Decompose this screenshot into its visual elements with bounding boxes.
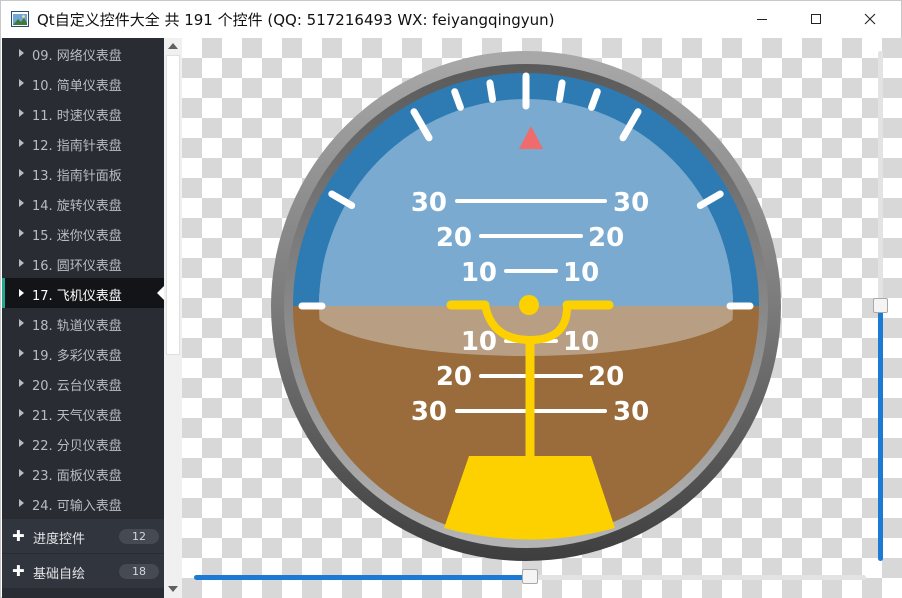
sidebar-item-label: 15. 迷你仪表盘 (32, 229, 122, 244)
sidebar-item-label: 23. 面板仪表盘 (32, 469, 122, 484)
sidebar-item-label: 18. 轨道仪表盘 (32, 319, 122, 334)
pitch-label-down-10-left: 10 (461, 327, 497, 357)
app-icon (11, 11, 29, 27)
sidebar-item-label: 17. 飞机仪表盘 (32, 289, 122, 304)
sidebar-item-label: 21. 天气仪表盘 (32, 409, 122, 424)
expand-arrow-icon (19, 229, 24, 237)
sidebar-item-label: 13. 指南针面板 (32, 169, 122, 184)
minimize-button[interactable] (739, 1, 785, 37)
pitch-label-down-20-right: 20 (588, 362, 624, 392)
horizontal-slider-fill (194, 575, 530, 580)
sidebar-item-label: 16. 圆环仪表盘 (32, 259, 122, 274)
pitch-label-up-20-left: 20 (436, 223, 472, 253)
count-badge: 12 (119, 529, 159, 544)
scroll-down-arrow-icon[interactable] (168, 586, 178, 592)
sidebar-item-label: 09. 网络仪表盘 (32, 49, 122, 64)
sidebar-item-09[interactable]: 09. 网络仪表盘 (2, 38, 164, 68)
sidebar-item-24[interactable]: 24. 可输入表盘 (2, 488, 164, 518)
attitude-indicator-gauge: 30 30 20 20 10 10 10 10 20 20 30 30 (271, 51, 781, 561)
sidebar-item-18[interactable]: 18. 轨道仪表盘 (2, 308, 164, 338)
sidebar-item-23[interactable]: 23. 面板仪表盘 (2, 458, 164, 488)
group-progress-controls[interactable]: ✚ 进度控件 12 (2, 519, 164, 553)
expand-arrow-icon (19, 49, 24, 57)
pitch-label-up-30-right: 30 (613, 188, 649, 218)
sidebar-nav: 09. 网络仪表盘 10. 简单仪表盘 11. 时速仪表盘 12. 指南针表盘 … (2, 38, 164, 598)
pitch-label-up-30-left: 30 (411, 188, 447, 218)
expand-arrow-icon (19, 289, 24, 297)
maximize-icon (811, 14, 821, 24)
pitch-label-down-20-left: 20 (436, 362, 472, 392)
sidebar-item-label: 14. 旋转仪表盘 (32, 199, 122, 214)
expand-arrow-icon (19, 499, 24, 507)
sidebar-item-21[interactable]: 21. 天气仪表盘 (2, 398, 164, 428)
sidebar-item-label: 10. 简单仪表盘 (32, 79, 122, 94)
vertical-slider-handle[interactable] (873, 298, 888, 313)
expand-arrow-icon (19, 199, 24, 207)
sidebar-item-11[interactable]: 11. 时速仪表盘 (2, 98, 164, 128)
sidebar-item-20[interactable]: 20. 云台仪表盘 (2, 368, 164, 398)
sidebar-item-label: 11. 时速仪表盘 (32, 109, 122, 124)
pitch-label-down-10-right: 10 (563, 327, 599, 357)
sidebar-item-22[interactable]: 22. 分贝仪表盘 (2, 428, 164, 458)
expand-arrow-icon (19, 409, 24, 417)
window-title: Qt自定义控件大全 共 191 个控件 (QQ: 517216493 WX: f… (37, 11, 555, 29)
vertical-slider-fill (878, 305, 883, 561)
pitch-label-up-10-right: 10 (563, 258, 599, 288)
expand-arrow-icon (19, 349, 24, 357)
expand-arrow-icon (19, 469, 24, 477)
close-button[interactable] (847, 1, 893, 37)
sidebar-item-label: 24. 可输入表盘 (32, 499, 122, 514)
sidebar-item-label: 12. 指南针表盘 (32, 139, 122, 154)
group-label: 基础自绘 (33, 567, 86, 582)
sidebar-item-17-selected[interactable]: 17. 飞机仪表盘 (2, 278, 164, 308)
group-label: 进度控件 (33, 532, 86, 547)
close-icon (864, 13, 876, 25)
pitch-label-down-30-left: 30 (411, 397, 447, 427)
maximize-button[interactable] (793, 1, 839, 37)
pitch-label-up-20-right: 20 (588, 223, 624, 253)
pitch-label-down-30-right: 30 (613, 397, 649, 427)
minimize-icon (757, 19, 767, 20)
scrollbar-thumb[interactable] (166, 55, 180, 355)
sidebar-scrollbar[interactable] (164, 38, 182, 598)
app-window: Qt自定义控件大全 共 191 个控件 (QQ: 517216493 WX: f… (0, 0, 902, 598)
sidebar-item-12[interactable]: 12. 指南针表盘 (2, 128, 164, 158)
sidebar-item-10[interactable]: 10. 简单仪表盘 (2, 68, 164, 98)
pitch-label-up-10-left: 10 (461, 258, 497, 288)
count-badge: 18 (119, 564, 159, 579)
expand-arrow-icon (19, 109, 24, 117)
expand-arrow-icon (19, 379, 24, 387)
plus-icon: ✚ (12, 562, 25, 580)
sidebar-item-14[interactable]: 14. 旋转仪表盘 (2, 188, 164, 218)
horizontal-slider-handle[interactable] (522, 569, 538, 584)
sidebar-item-15[interactable]: 15. 迷你仪表盘 (2, 218, 164, 248)
title-bar: Qt自定义控件大全 共 191 个控件 (QQ: 517216493 WX: f… (1, 1, 901, 38)
expand-arrow-icon (19, 169, 24, 177)
selection-accent (2, 278, 5, 308)
expand-arrow-icon (19, 319, 24, 327)
expand-arrow-icon (19, 259, 24, 267)
expand-arrow-icon (19, 79, 24, 87)
sidebar-item-13[interactable]: 13. 指南针面板 (2, 158, 164, 188)
sidebar-item-19[interactable]: 19. 多彩仪表盘 (2, 338, 164, 368)
scroll-up-arrow-icon[interactable] (168, 43, 178, 49)
sidebar-item-label: 20. 云台仪表盘 (32, 379, 122, 394)
expand-arrow-icon (19, 439, 24, 447)
sidebar-item-label: 19. 多彩仪表盘 (32, 349, 122, 364)
sidebar-item-16[interactable]: 16. 圆环仪表盘 (2, 248, 164, 278)
expand-arrow-icon (19, 139, 24, 147)
plus-icon: ✚ (12, 527, 25, 545)
selection-pointer-icon (157, 286, 164, 300)
group-basic-drawing[interactable]: ✚ 基础自绘 18 (2, 554, 164, 588)
sidebar-item-label: 22. 分贝仪表盘 (32, 439, 122, 454)
